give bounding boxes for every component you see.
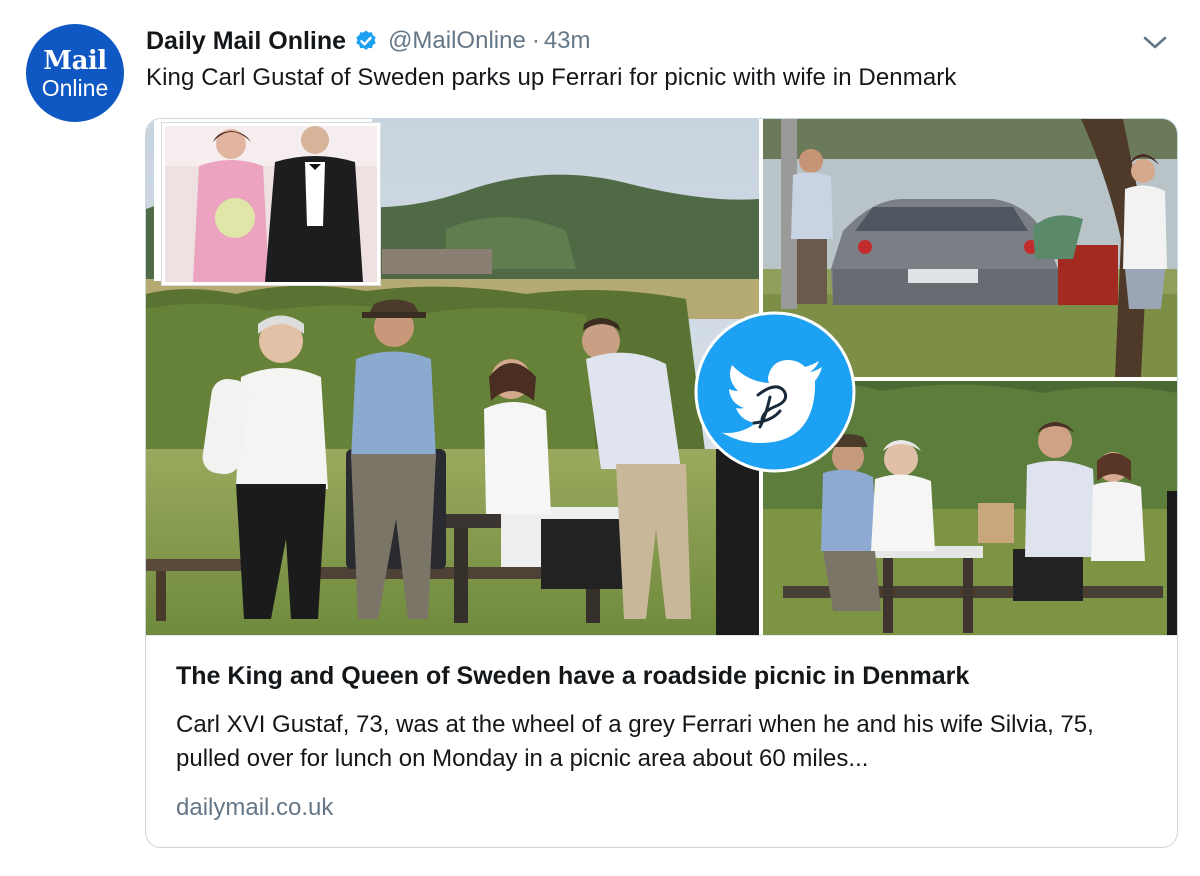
main-picnic-photo — [146, 119, 759, 635]
inset-portrait-photo — [162, 123, 380, 285]
meta-separator: · — [531, 27, 540, 54]
tweet-timestamp[interactable]: 43m — [544, 27, 591, 55]
account-handle[interactable]: @MailOnline — [388, 27, 526, 55]
chevron-down-icon[interactable] — [1140, 30, 1170, 54]
tweet-header: Daily Mail Online @MailOnline · 43m — [146, 24, 1170, 58]
card-info: The King and Queen of Sweden have a road… — [146, 635, 1177, 847]
card-image[interactable] — [146, 119, 1177, 635]
account-name[interactable]: Daily Mail Online — [146, 27, 346, 56]
verified-badge-icon — [354, 29, 378, 53]
tweet-text: King Carl Gustaf of Sweden parks up Ferr… — [146, 64, 957, 91]
card-domain[interactable]: dailymail.co.uk — [176, 794, 333, 822]
avatar-logo-line1: Mail — [43, 46, 107, 76]
avatar-logo-line2: Online — [41, 75, 109, 101]
card-title[interactable]: The King and Queen of Sweden have a road… — [176, 662, 969, 691]
twitter-bird-watermark-icon — [694, 311, 856, 473]
link-card[interactable]: The King and Queen of Sweden have a road… — [145, 118, 1178, 848]
card-description: Carl XVI Gustaf, 73, was at the wheel of… — [176, 711, 1094, 772]
avatar[interactable]: Mail Online — [26, 24, 124, 122]
